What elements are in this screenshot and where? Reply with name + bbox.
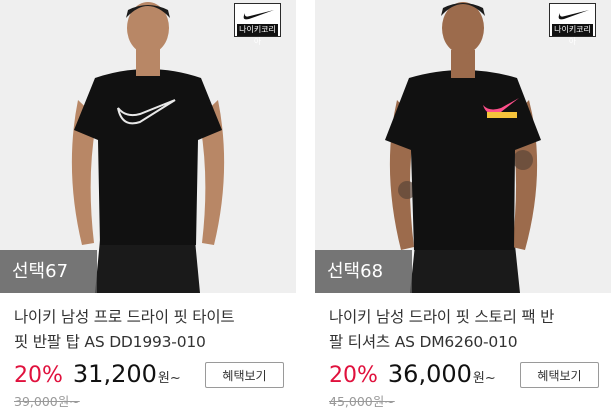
price-unit: 원~	[157, 371, 181, 386]
product-title[interactable]: 나이키 남성 프로 드라이 핏 타이트 핏 반팔 탑 AS DD1993-010	[14, 305, 284, 355]
price-row: 20% 36,000 원~	[329, 360, 496, 390]
product-image[interactable]: 선택68 나이키코리아	[315, 0, 611, 293]
original-price: 39,000원~	[14, 394, 80, 409]
price-row: 20% 31,200 원~	[14, 360, 181, 390]
discount-rate: 20%	[329, 363, 378, 388]
brand-logo[interactable]: 나이키코리아	[549, 3, 596, 46]
price-unit: 원~	[472, 371, 496, 386]
product-image[interactable]: 선택67 나이키코리아	[0, 0, 296, 293]
product-title-line: 나이키 남성 드라이 핏 스토리 팩 반	[329, 308, 555, 326]
select-number-badge: 선택68	[315, 250, 412, 293]
brand-label: 나이키코리아	[552, 24, 593, 46]
nike-swoosh-icon	[243, 10, 274, 20]
product-card[interactable]: 선택67 나이키코리아 나이키 남성 프로 드라이 핏 타이트 핏 반팔 탑 A…	[0, 0, 296, 411]
product-card[interactable]: 선택68 나이키코리아 나이키 남성 드라이 핏 스토리 팩 반 팔 티셔츠 A…	[315, 0, 611, 411]
product-title[interactable]: 나이키 남성 드라이 핏 스토리 팩 반 팔 티셔츠 AS DM6260-010	[329, 305, 599, 355]
sale-price: 36,000	[387, 360, 472, 388]
select-number-badge: 선택67	[0, 250, 97, 293]
product-title-line: 나이키 남성 프로 드라이 핏 타이트	[14, 308, 235, 326]
nike-swoosh-icon	[558, 10, 589, 20]
benefit-button[interactable]: 혜택보기	[205, 362, 284, 388]
product-title-line: 핏 반팔 탑 AS DD1993-010	[14, 333, 206, 351]
discount-rate: 20%	[14, 363, 63, 388]
sale-price: 31,200	[72, 360, 157, 388]
brand-logo[interactable]: 나이키코리아	[234, 3, 281, 46]
original-price: 45,000원~	[329, 394, 395, 409]
brand-label: 나이키코리아	[237, 24, 278, 46]
product-title-line: 팔 티셔츠 AS DM6260-010	[329, 333, 518, 351]
benefit-button[interactable]: 혜택보기	[520, 362, 599, 388]
